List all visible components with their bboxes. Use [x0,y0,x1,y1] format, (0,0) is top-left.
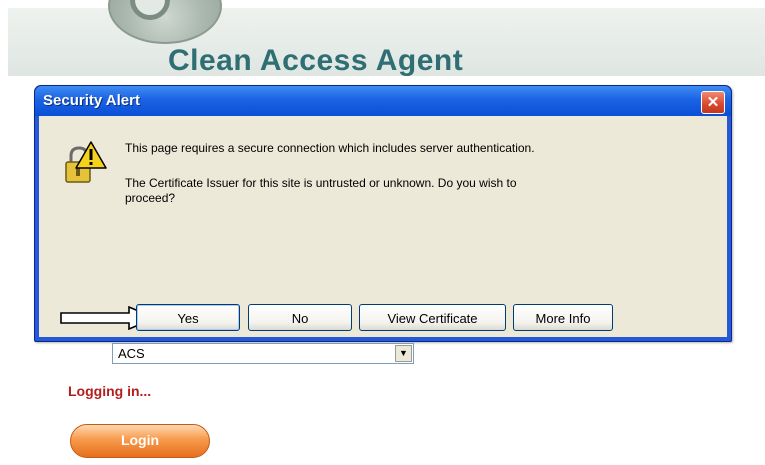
no-button[interactable]: No [248,304,352,331]
agent-logo [108,0,222,44]
yes-button[interactable]: Yes [136,304,240,331]
dialog-message: This page requires a secure connection w… [125,141,545,226]
login-button[interactable]: Login [70,424,210,458]
close-button[interactable]: ✕ [701,91,725,114]
dialog-titlebar[interactable]: Security Alert ✕ [35,86,731,116]
more-info-button[interactable]: More Info [513,304,613,331]
security-alert-dialog: Security Alert ✕ This page requires a se… [34,85,732,342]
dialog-body: This page requires a secure connection w… [39,116,727,337]
server-select-value: ACS [118,346,145,361]
message-line-2: The Certificate Issuer for this site is … [125,176,517,205]
view-certificate-button[interactable]: View Certificate [359,304,506,331]
logo-ring-icon [130,0,170,20]
app-title: Clean Access Agent [168,44,464,77]
message-line-1: This page requires a secure connection w… [125,141,535,155]
dialog-title: Security Alert [43,92,140,109]
chevron-down-icon[interactable]: ▼ [395,345,412,362]
status-text: Logging in... [68,383,152,399]
warning-lock-icon [65,141,107,183]
server-select[interactable]: ACS ▼ [112,343,414,364]
agent-header: Clean Access Agent [8,0,765,77]
